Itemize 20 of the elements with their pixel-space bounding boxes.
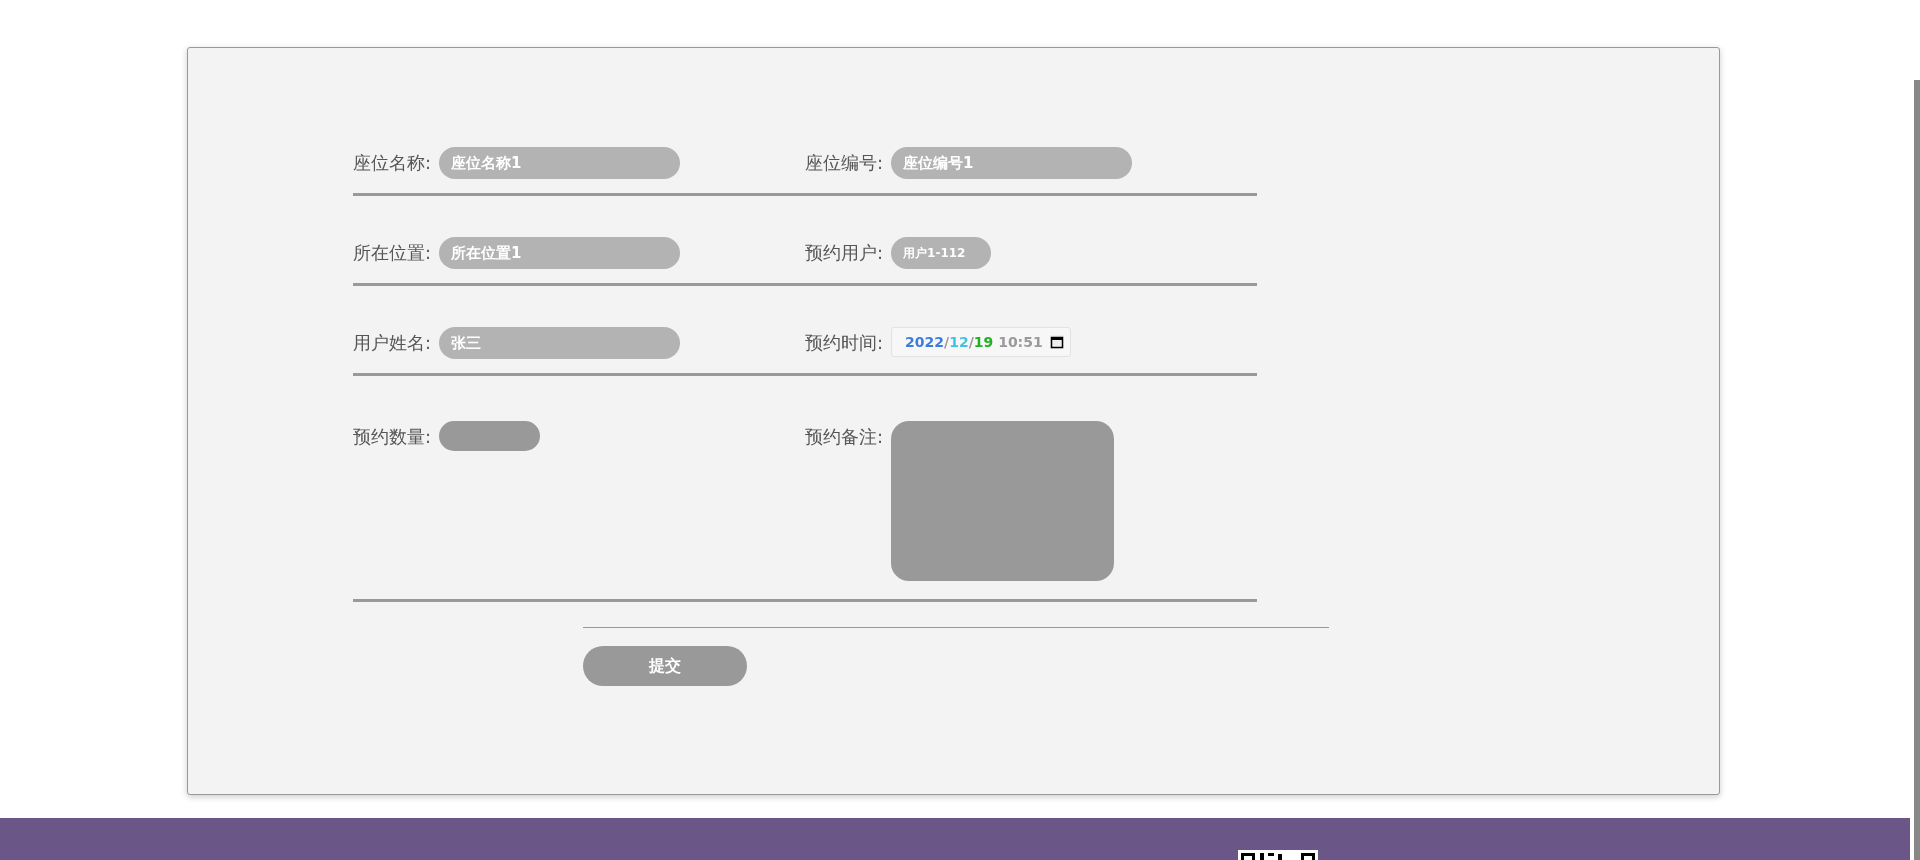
calendar-icon[interactable] (1050, 335, 1065, 349)
submit-button[interactable]: 提交 (583, 646, 747, 686)
field-label: 所在位置: (353, 241, 432, 265)
field-label: 预约用户: (805, 241, 884, 265)
input-field[interactable]: 张三 (439, 327, 681, 359)
field-label: 预约数量: (353, 425, 432, 449)
datetime-field[interactable]: 2022/12/19 10:51 (891, 327, 1072, 357)
field-label: 预约时间: (805, 331, 884, 355)
field-label: 用户姓名: (353, 331, 432, 355)
field-label: 预约备注: (805, 425, 884, 449)
input-field[interactable]: 座位名称1 (439, 147, 681, 179)
field-label: 座位编号: (805, 151, 884, 175)
qr-code-icon (1238, 850, 1318, 860)
input-field[interactable]: 座位编号1 (891, 147, 1133, 179)
textarea-field[interactable] (891, 421, 1115, 581)
scrollbar[interactable] (1914, 80, 1920, 860)
input-field[interactable]: 用户1-112 (891, 237, 992, 269)
field-label: 座位名称: (353, 151, 432, 175)
input-field[interactable]: 所在位置1 (439, 237, 681, 269)
number-field[interactable] (439, 421, 541, 451)
